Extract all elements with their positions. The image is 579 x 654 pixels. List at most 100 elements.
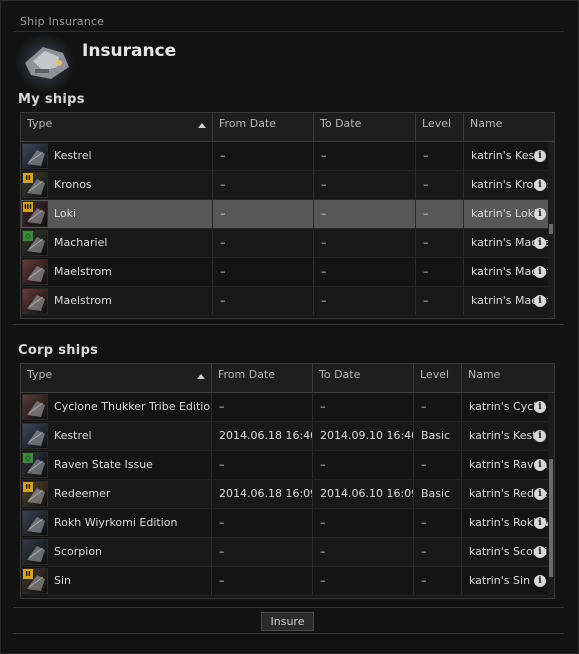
info-icon[interactable]: i [534,430,546,442]
cell-name: katrin's Maelstr i [464,258,554,286]
cell-from-date-text: – [220,149,226,162]
info-icon[interactable]: i [534,266,546,278]
column-label: Level [422,117,452,130]
info-icon[interactable]: i [534,208,546,220]
cell-from-date: – [212,538,313,566]
ship-type-label: Kestrel [54,429,92,442]
my-ships-rows: Kestrel – – – katrin's Kestr i II Kronos – – – katr… [21,142,554,316]
column-label: Level [420,368,450,381]
ship-thumbnail-icon[interactable] [22,394,48,420]
cell-type: Maelstrom [21,287,213,315]
scroll-thumb[interactable] [549,224,553,234]
cell-to-date-text: – [321,207,327,220]
column-header-type[interactable]: Type [21,113,213,141]
info-icon[interactable]: i [534,401,546,413]
ship-thumbnail-icon[interactable]: II [22,568,48,594]
cell-from-date-text: – [219,458,225,471]
column-header-name[interactable]: Name [462,364,554,392]
scroll-thumb[interactable] [549,459,553,577]
cell-level: – [414,567,462,595]
ship-thumbnail-icon[interactable] [22,510,48,536]
section-divider [13,324,564,325]
cell-from-date-text: – [220,294,226,307]
ship-thumbnail-icon[interactable] [22,143,48,169]
table-row[interactable]: Rokh Wiyrkomi Edition – – – katrin's Rokh Wi [21,509,554,538]
scrollbar[interactable] [548,142,554,318]
ship-thumbnail-icon[interactable] [22,288,48,314]
column-label: Type [27,117,53,130]
table-row[interactable]: III Loki – – – katrin's Loki i [21,200,554,229]
cell-to-date-text: – [321,178,327,191]
column-header-type[interactable]: Type [21,364,212,392]
ship-type-label: Scorpion [54,545,103,558]
cell-level-text: – [423,207,429,220]
cell-from-date-text: – [219,574,225,587]
cell-to-date: – [314,200,416,228]
ship-type-label: Maelstrom [54,294,112,307]
cell-name-text: katrin's Kestr [469,429,542,442]
cell-level-text: – [421,400,427,413]
column-label: To Date [319,368,361,381]
cell-to-date-text: 2014.06.10 16:09 [320,487,414,500]
table-row[interactable]: Maelstrom – – – katrin's Maelstr i [21,287,554,316]
ship-thumbnail-icon[interactable] [22,423,48,449]
cell-from-date-text: – [220,265,226,278]
ship-thumbnail-icon[interactable]: II [22,172,48,198]
column-header-to-date[interactable]: To Date [314,113,416,141]
table-row[interactable]: Maelstrom – – – katrin's Maelstr i [21,258,554,287]
ship-thumbnail-icon[interactable] [22,539,48,565]
info-icon[interactable]: i [534,575,546,587]
table-row[interactable]: II Redeemer 2014.06.18 16:09 2014.06.10 16:… [21,480,554,509]
cell-level: Basic [414,422,462,450]
cell-type: III Loki [21,200,213,228]
ship-thumbnail-icon[interactable]: III [22,201,48,227]
ship-thumbnail-icon[interactable]: ◇ [22,230,48,256]
cell-from-date: – [213,171,314,199]
column-header-name[interactable]: Name [464,113,554,141]
info-icon[interactable]: i [534,459,546,471]
ship-thumbnail-icon[interactable]: ◇ [22,452,48,478]
table-row[interactable]: ◇ Raven State Issue – – – katrin's Raven i [21,451,554,480]
column-header-to-date[interactable]: To Date [313,364,414,392]
table-row[interactable]: II Kronos – – – katrin's Kronos i [21,171,554,200]
cell-name: katrin's Scorpi i [462,538,554,566]
cell-to-date-text: – [321,149,327,162]
ship-thumbnail-icon[interactable]: II [22,481,48,507]
corp-ships-table: Type From Date To Date Level Name Cyclon… [20,363,555,599]
cell-type: II Redeemer [21,480,212,508]
info-icon[interactable]: i [534,179,546,191]
table-row[interactable]: Scorpion – – – katrin's Scorpi i [21,538,554,567]
insure-button[interactable]: Insure [261,612,314,631]
scrollbar[interactable] [548,393,554,598]
column-label: From Date [218,368,276,381]
table-header: Type From Date To Date Level Name [21,364,554,393]
cell-to-date-text: – [320,574,326,587]
info-icon[interactable]: i [534,546,546,558]
table-row[interactable]: ◇ Machariel – – – katrin's Machar i [21,229,554,258]
table-row[interactable]: Cyclone Thukker Tribe Edition – – – katrin's… [21,393,554,422]
cell-level-text: – [423,178,429,191]
info-icon[interactable]: i [534,295,546,307]
cell-to-date: – [314,258,416,286]
column-header-level[interactable]: Level [414,364,462,392]
cell-type: ◇ Machariel [21,229,213,257]
column-header-from-date[interactable]: From Date [212,364,313,392]
table-row[interactable]: II Sin – – – katrin's Sin i [21,567,554,596]
cell-from-date: – [212,509,313,537]
table-row[interactable]: Kestrel 2014.06.18 16:40 2014.09.10 16:40 B… [21,422,554,451]
cell-level-text: – [423,294,429,307]
info-icon[interactable]: i [534,488,546,500]
info-icon[interactable]: i [534,150,546,162]
info-icon[interactable]: i [534,237,546,249]
cell-to-date: – [313,538,414,566]
column-header-from-date[interactable]: From Date [213,113,314,141]
info-icon[interactable]: i [534,517,546,529]
table-row[interactable]: Kestrel – – – katrin's Kestr i [21,142,554,171]
column-header-level[interactable]: Level [416,113,464,141]
cell-level: – [416,258,464,286]
cell-to-date-text: – [321,294,327,307]
cell-from-date: 2014.06.18 16:40 [212,422,313,450]
cell-from-date: – [213,287,314,315]
cell-type: II Sin [21,567,212,595]
ship-thumbnail-icon[interactable] [22,259,48,285]
